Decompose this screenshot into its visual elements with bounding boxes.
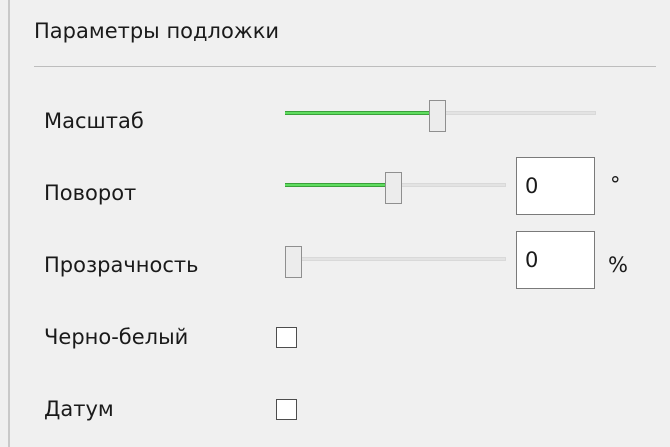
- datum-label: Датум: [44, 397, 114, 421]
- rotation-slider-fill: [285, 183, 393, 187]
- opacity-input[interactable]: 0: [516, 231, 595, 289]
- backdrop-settings-panel: Параметры подложки Масштаб Поворот 0 ° П…: [0, 0, 670, 447]
- opacity-label: Прозрачность: [44, 253, 199, 277]
- scale-slider[interactable]: [285, 100, 596, 132]
- grayscale-label: Черно-белый: [44, 325, 189, 349]
- opacity-unit-percent: %: [608, 253, 628, 277]
- rotation-label: Поворот: [44, 181, 137, 205]
- scale-slider-fill: [285, 111, 437, 115]
- group-title: Параметры подложки: [34, 19, 280, 43]
- rotation-unit-degree: °: [610, 173, 621, 197]
- rotation-slider-thumb[interactable]: [385, 172, 402, 204]
- panel-left-border: [8, 0, 10, 447]
- opacity-slider[interactable]: [285, 246, 506, 278]
- group-title-divider: [34, 66, 656, 67]
- rotation-slider[interactable]: [285, 172, 506, 204]
- opacity-slider-thumb[interactable]: [285, 246, 302, 278]
- opacity-slider-track: [285, 257, 506, 261]
- scale-label: Масштаб: [44, 109, 144, 133]
- rotation-input[interactable]: 0: [516, 157, 595, 215]
- datum-checkbox[interactable]: [276, 399, 297, 420]
- grayscale-checkbox[interactable]: [276, 327, 297, 348]
- scale-slider-thumb[interactable]: [429, 100, 446, 132]
